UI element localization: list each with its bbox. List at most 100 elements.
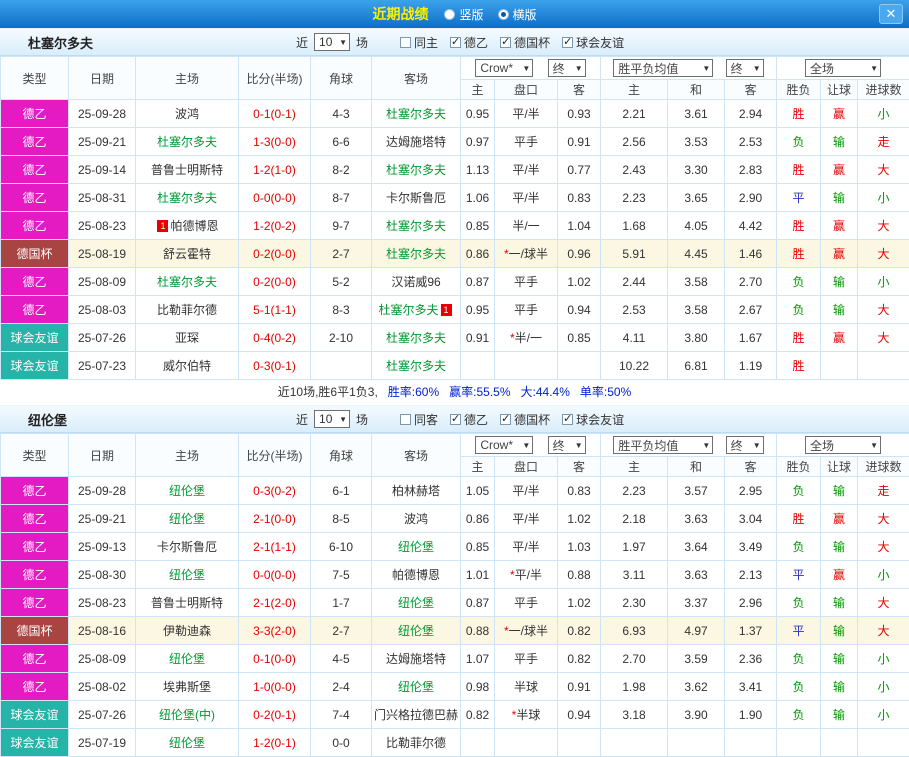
checkbox-unchecked-icon (400, 37, 411, 48)
average-type-select[interactable]: 胜平负均值▼ (613, 59, 713, 77)
layout-vertical-label: 竖版 (459, 6, 483, 23)
league-label: 球会友谊 (576, 411, 624, 428)
away-odds-cell: 0.82 (558, 645, 601, 673)
col-header-type: 类型 (1, 57, 69, 100)
match-type-cell: 德乙 (1, 673, 69, 701)
summary-games: 近10场,胜6平1负3, (278, 385, 378, 399)
away-odds-cell: 0.88 (558, 561, 601, 589)
handicap-cell: 平/半 (495, 184, 558, 212)
corner-cell: 2-4 (311, 673, 372, 701)
same-venue-checkbox[interactable]: 同主 (400, 34, 438, 51)
result-cell: 负 (777, 533, 821, 561)
away-odds-cell: 0.91 (558, 673, 601, 701)
summary-over-rate: 大:44.4% (521, 385, 570, 399)
scope-select[interactable]: 全场▼ (805, 59, 881, 77)
scope-select[interactable]: 全场▼ (805, 436, 881, 454)
close-icon[interactable]: ✕ (879, 4, 903, 24)
radio-checked-icon (498, 9, 509, 20)
league-checkbox-friendly[interactable]: 球会友谊 (562, 34, 624, 51)
subcol-draw-avg: 和 (668, 457, 725, 477)
home-team-cell: 杜塞尔多夫 (136, 268, 239, 296)
handicap-cell: 平/半 (495, 477, 558, 505)
handicap-result-cell: 输 (821, 184, 858, 212)
goals-result-cell: 大 (858, 324, 909, 352)
score-cell: 1-2(0-1) (239, 729, 311, 757)
match-type-cell: 德乙 (1, 477, 69, 505)
chevron-down-icon: ▼ (753, 64, 761, 73)
team-header: 杜塞尔多夫 近 10 ▼ 场 同主 德乙 德国杯 球会友谊 (0, 28, 909, 56)
handicap-cell: *半/一 (495, 324, 558, 352)
corner-cell (311, 352, 372, 380)
result-cell (777, 729, 821, 757)
corner-cell: 8-3 (311, 296, 372, 324)
match-type-cell: 德乙 (1, 100, 69, 128)
result-cell: 负 (777, 673, 821, 701)
league-checkbox-cup[interactable]: 德国杯 (500, 34, 550, 51)
same-venue-checkbox[interactable]: 同客 (400, 411, 438, 428)
league-checkbox-de2[interactable]: 德乙 (450, 411, 488, 428)
league-label: 球会友谊 (576, 34, 624, 51)
home-team-cell: 埃弗斯堡 (136, 673, 239, 701)
odds-state-select[interactable]: 终▼ (548, 436, 586, 454)
handicap-result-cell: 赢 (821, 324, 858, 352)
average-state-select[interactable]: 终▼ (726, 59, 764, 77)
goals-result-cell: 小 (858, 701, 909, 729)
score-cell: 0-1(0-0) (239, 645, 311, 673)
handicap-result-cell: 输 (821, 617, 858, 645)
match-type-cell: 德乙 (1, 268, 69, 296)
away-team-cell: 纽伦堡 (372, 673, 461, 701)
goals-result-cell: 大 (858, 617, 909, 645)
match-row: 德乙25-08-02埃弗斯堡1-0(0-0)2-4纽伦堡0.98半球0.911.… (1, 673, 909, 701)
home-odds-cell: 1.06 (461, 184, 495, 212)
near-suffix: 场 (356, 34, 368, 51)
col-header-corner: 角球 (311, 434, 372, 477)
home-avg-cell: 1.98 (601, 673, 668, 701)
home-team-cell: 纽伦堡 (136, 561, 239, 589)
draw-avg-cell: 3.65 (668, 184, 725, 212)
match-count-select[interactable]: 10 ▼ (314, 33, 350, 51)
odds-company-select[interactable]: Crow*▼ (475, 436, 533, 454)
summary-single-rate: 单率:50% (580, 385, 631, 399)
league-checkbox-de2[interactable]: 德乙 (450, 34, 488, 51)
away-team-cell: 汉诺威96 (372, 268, 461, 296)
home-team-cell: 波鸿 (136, 100, 239, 128)
away-odds-cell: 0.91 (558, 128, 601, 156)
goals-result-cell: 小 (858, 561, 909, 589)
layout-radio-vertical[interactable]: 竖版 (444, 6, 483, 23)
date-cell: 25-08-31 (69, 184, 136, 212)
date-cell: 25-09-13 (69, 533, 136, 561)
odds-company-select[interactable]: Crow*▼ (475, 59, 533, 77)
home-avg-cell: 6.93 (601, 617, 668, 645)
match-row: 德乙25-08-03比勒菲尔德5-1(1-1)8-3杜塞尔多夫10.95平手0.… (1, 296, 909, 324)
layout-horizontal-label: 横版 (513, 6, 537, 23)
result-cell: 平 (777, 184, 821, 212)
home-avg-cell: 10.22 (601, 352, 668, 380)
draw-avg-cell: 3.63 (668, 505, 725, 533)
match-row: 德国杯25-08-19舒云霍特0-2(0-0)2-7杜塞尔多夫0.86*一/球半… (1, 240, 909, 268)
league-label: 德乙 (464, 34, 488, 51)
handicap-cell: *平/半 (495, 561, 558, 589)
average-state-select[interactable]: 终▼ (726, 436, 764, 454)
goals-result-cell: 大 (858, 156, 909, 184)
home-team-cell: 比勒菲尔德 (136, 296, 239, 324)
team-section-duesseldorf: 杜塞尔多夫 近 10 ▼ 场 同主 德乙 德国杯 球会友谊 (0, 28, 909, 405)
match-row: 球会友谊25-07-23威尔伯特0-3(0-1)杜塞尔多夫10.226.811.… (1, 352, 909, 380)
col-header-score: 比分(半场) (239, 434, 311, 477)
goals-result-cell: 大 (858, 505, 909, 533)
odds-state-select[interactable]: 终▼ (548, 59, 586, 77)
score-cell: 0-2(0-0) (239, 268, 311, 296)
match-row: 球会友谊25-07-26纽伦堡(中)0-2(0-1)7-4门兴格拉德巴赫0.82… (1, 701, 909, 729)
home-team-cell: 杜塞尔多夫 (136, 128, 239, 156)
layout-radio-horizontal[interactable]: 横版 (498, 6, 537, 23)
league-checkbox-cup[interactable]: 德国杯 (500, 411, 550, 428)
match-row: 德乙25-09-21杜塞尔多夫1-3(0-0)6-6达姆施塔特0.97平手0.9… (1, 128, 909, 156)
match-count-select[interactable]: 10 ▼ (314, 410, 350, 428)
score-cell: 0-0(0-0) (239, 184, 311, 212)
league-checkbox-friendly[interactable]: 球会友谊 (562, 411, 624, 428)
chevron-down-icon: ▼ (870, 64, 878, 73)
handicap-cell (495, 352, 558, 380)
average-type-select[interactable]: 胜平负均值▼ (613, 436, 713, 454)
corner-cell: 8-5 (311, 505, 372, 533)
draw-avg-cell: 3.58 (668, 296, 725, 324)
home-avg-cell (601, 729, 668, 757)
